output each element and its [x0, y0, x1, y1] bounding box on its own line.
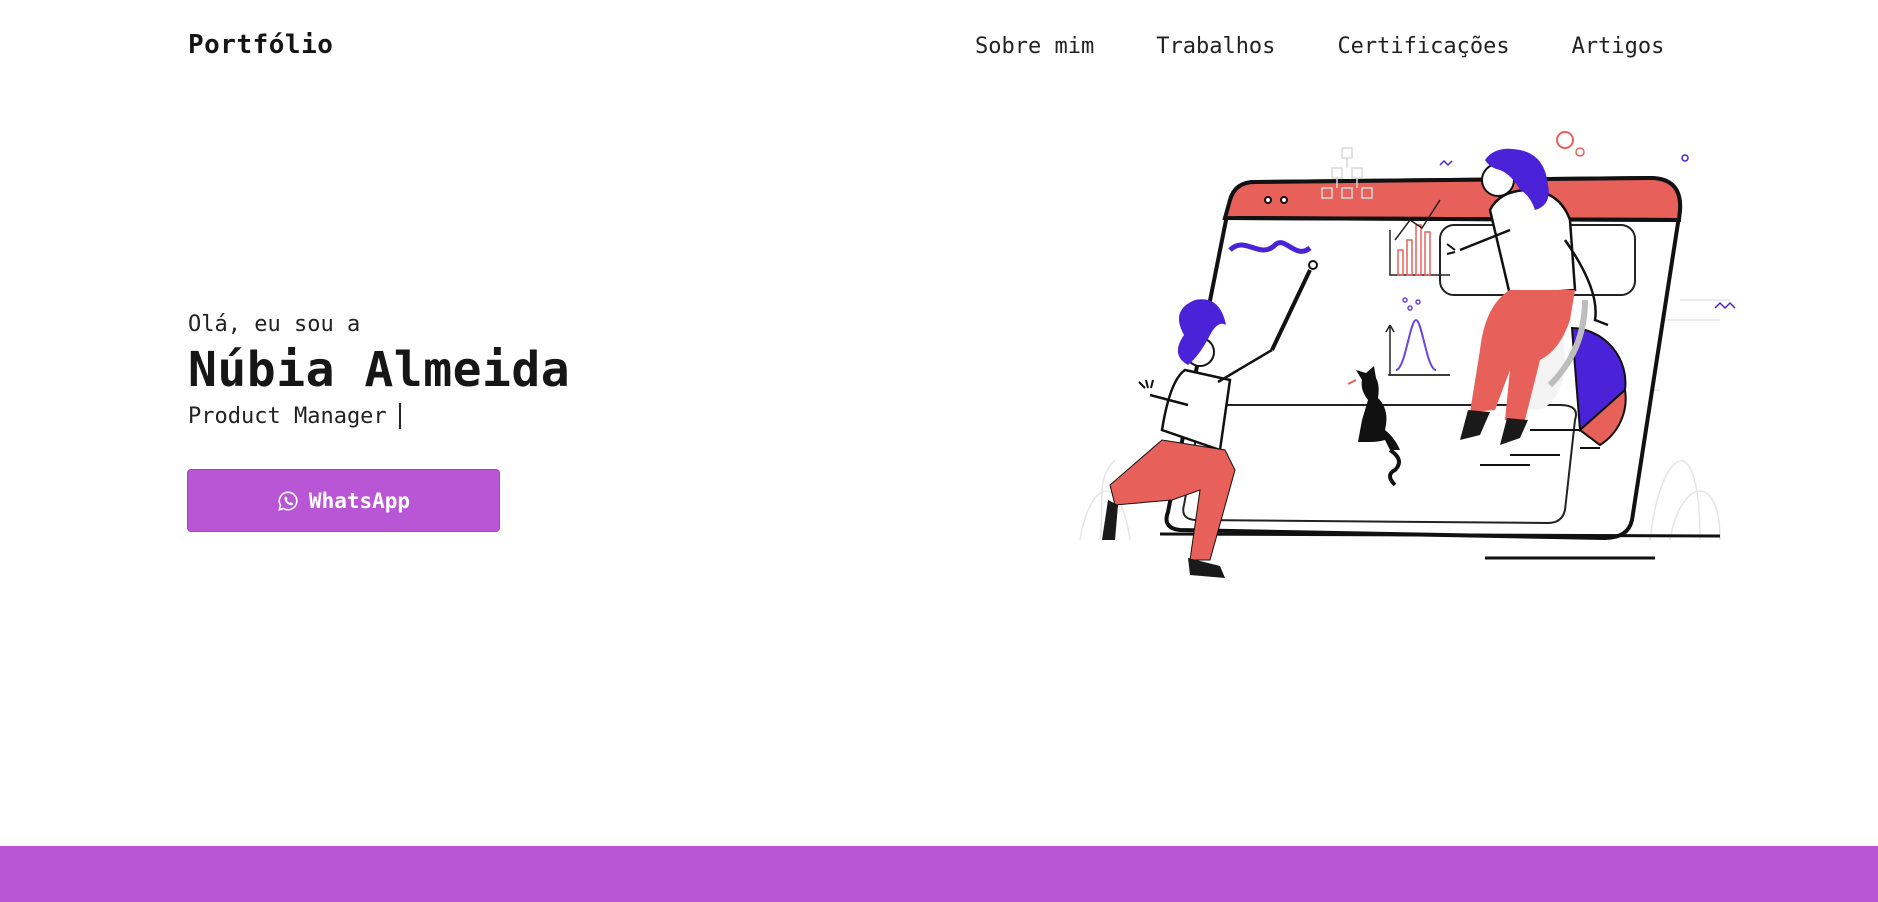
hero-greeting: Olá, eu sou a: [188, 312, 361, 337]
main-nav: Sobre mim Trabalhos Certificações Artigo…: [975, 34, 1664, 59]
whatsapp-icon: [277, 490, 299, 512]
nav-sobre-mim[interactable]: Sobre mim: [975, 34, 1094, 59]
footer-band: [0, 846, 1878, 902]
nav-certificacoes[interactable]: Certificações: [1337, 34, 1509, 59]
page: Portfólio Sobre mim Trabalhos Certificaç…: [0, 0, 1878, 902]
brand-logo[interactable]: Portfólio: [188, 30, 333, 60]
typing-cursor: [398, 403, 401, 429]
whatsapp-button-label: WhatsApp: [308, 488, 411, 513]
hero-role-line: Product Manager: [188, 403, 570, 429]
hero-name: Núbia Almeida: [188, 342, 571, 398]
nav-artigos[interactable]: Artigos: [1572, 34, 1665, 59]
hero-illustration: [1079, 131, 1736, 578]
nav-trabalhos[interactable]: Trabalhos: [1156, 34, 1275, 59]
hero-intro: Olá, eu sou a Núbia Almeida Product Mana…: [188, 312, 570, 429]
whatsapp-button[interactable]: WhatsApp: [187, 469, 500, 532]
hero-role: Product Manager: [188, 403, 387, 429]
site-header: Portfólio Sobre mim Trabalhos Certificaç…: [0, 0, 1878, 92]
